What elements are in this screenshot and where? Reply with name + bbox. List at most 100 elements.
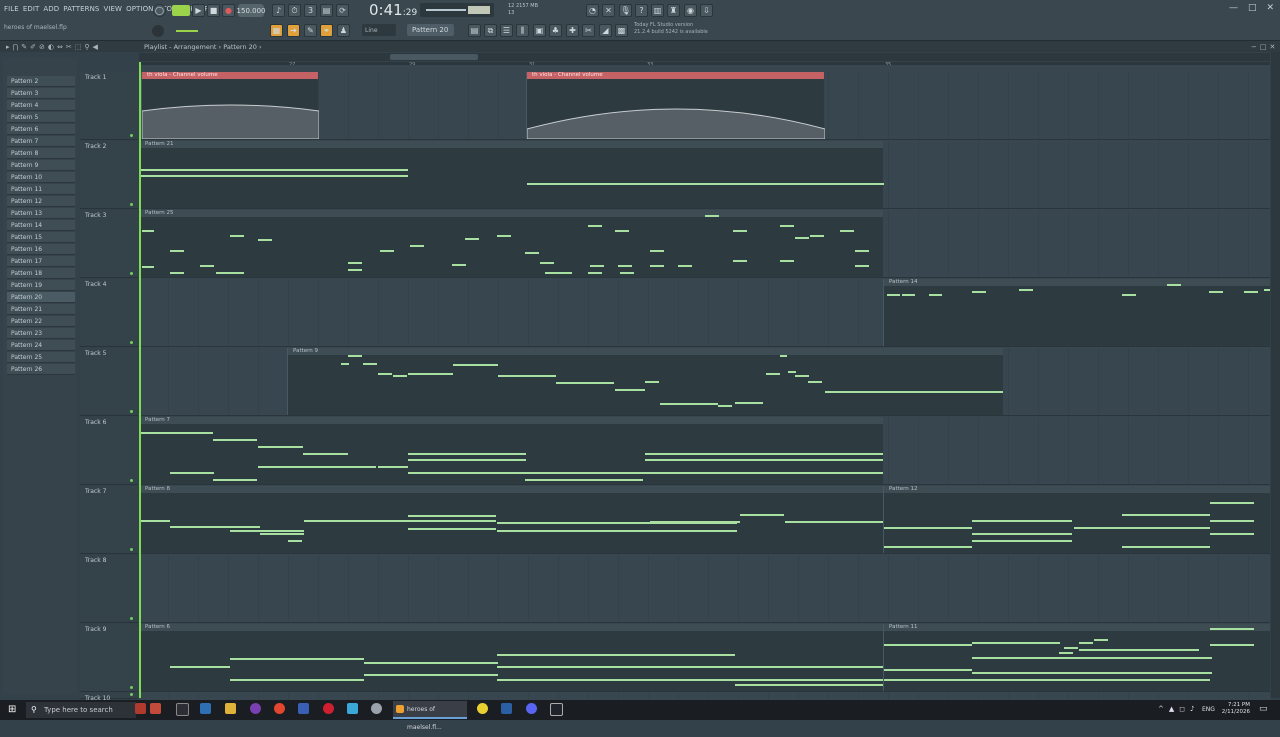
taskbar-search[interactable]: Type here to search <box>26 702 136 718</box>
chrome-icon[interactable] <box>274 703 285 714</box>
track-led[interactable] <box>130 272 133 275</box>
discord-icon[interactable] <box>526 703 537 714</box>
picker-item[interactable]: Pattern 10 <box>7 172 75 183</box>
master-volume-knob[interactable] <box>152 25 164 37</box>
maximize-icon[interactable]: □ <box>1248 3 1257 13</box>
arrow-icon[interactable]: ➜ <box>287 24 300 37</box>
mixer-icon[interactable]: ✕ <box>602 4 615 17</box>
track-header[interactable]: Track 8 <box>80 555 138 623</box>
vertical-scrollbar[interactable] <box>1271 52 1280 698</box>
track-header[interactable]: Track 10 <box>80 693 138 702</box>
mute-icon[interactable]: ◐ <box>48 43 57 51</box>
pattern-clip[interactable]: Pattern 14 <box>883 279 1270 346</box>
horizontal-scrollbar[interactable] <box>139 53 1270 61</box>
app3-icon[interactable] <box>550 703 563 716</box>
plugin-icon[interactable]: ♜ <box>667 4 680 17</box>
chat-icon[interactable]: ◉ <box>684 4 697 17</box>
track-header[interactable]: Track 4 <box>80 279 138 347</box>
menu-file[interactable]: FILE <box>4 5 19 13</box>
taskbar-clock[interactable]: 7:21 PM 2/11/2026 <box>1218 702 1250 716</box>
windows-start-icon[interactable]: ⊞ <box>8 704 16 715</box>
picker-item[interactable]: Pattern 13 <box>7 208 75 219</box>
plugin-picker-icon[interactable]: ♣ <box>549 24 562 37</box>
track-led[interactable] <box>130 203 133 206</box>
track-led[interactable] <box>130 479 133 482</box>
picker-item[interactable]: Pattern 14 <box>7 220 75 231</box>
picker-item[interactable]: Pattern 7 <box>7 136 75 147</box>
menu-edit[interactable]: EDIT <box>23 5 40 13</box>
picker-item[interactable]: Pattern 5 <box>7 112 75 123</box>
track-led[interactable] <box>130 693 133 696</box>
track-led[interactable] <box>130 686 133 689</box>
loop-record-icon[interactable]: ⟳ <box>336 4 349 17</box>
magnet-icon[interactable]: ⋂ <box>13 43 22 51</box>
time-display[interactable]: 0:41:29 <box>369 1 417 19</box>
delete-icon[interactable]: ⊘ <box>39 43 48 51</box>
menu-patterns[interactable]: PATTERNS <box>63 5 99 13</box>
metronome-icon[interactable]: ♪ <box>272 4 285 17</box>
picker-item[interactable]: Pattern 3 <box>7 88 75 99</box>
channel-rack-icon[interactable]: ☰ <box>500 24 513 37</box>
minimize-icon[interactable]: — <box>1229 3 1238 13</box>
picker-item[interactable]: Pattern 2 <box>7 76 75 87</box>
language-indicator[interactable]: ENG <box>1202 706 1215 713</box>
paint-icon[interactable]: ✐ <box>30 43 39 51</box>
select-icon[interactable]: ⬚ <box>75 43 85 51</box>
play-button[interactable]: ▶ <box>192 4 205 17</box>
blend-notes-icon[interactable]: ▤ <box>320 4 333 17</box>
automation-clip[interactable]: th viola - Channel volume <box>526 72 825 139</box>
wrench-icon[interactable]: ✂ <box>582 24 595 37</box>
mixer-window-icon[interactable]: ⫼ <box>516 24 529 37</box>
close-icon[interactable]: ✕ <box>1266 3 1274 13</box>
track-header[interactable]: Track 9 <box>80 624 138 692</box>
app2-icon[interactable] <box>477 703 488 714</box>
track-led[interactable] <box>130 134 133 137</box>
playhead[interactable] <box>139 62 141 698</box>
calculator-icon[interactable] <box>200 703 211 714</box>
track-led[interactable] <box>130 548 133 551</box>
pattern-selector[interactable]: Pattern 20 <box>407 24 454 36</box>
project-info-icon[interactable]: ◢ <box>599 24 612 37</box>
stop-button[interactable]: ■ <box>207 4 220 17</box>
picker-item[interactable]: Pattern 6 <box>7 124 75 135</box>
cpu-icon[interactable]: ◔ <box>586 4 599 17</box>
track-header[interactable]: Track 3 <box>80 210 138 278</box>
song-mode-button[interactable] <box>172 5 190 16</box>
piano-roll-icon[interactable]: ⧉ <box>484 24 497 37</box>
picker-item[interactable]: Pattern 4 <box>7 100 75 111</box>
link-icon[interactable]: ⚭ <box>320 24 333 37</box>
task-view-icon[interactable] <box>176 703 189 716</box>
pattern-clip[interactable]: Pattern 12 <box>883 486 1270 553</box>
playlist-icon[interactable]: ▦ <box>270 24 283 37</box>
picker-item[interactable]: Pattern 16 <box>7 244 75 255</box>
track-header[interactable]: Track 7 <box>80 486 138 554</box>
download-icon[interactable]: ⇩ <box>700 4 713 17</box>
playlist-grid[interactable]: th viola - Channel volume th viola - Chan… <box>139 65 1270 700</box>
piano-icon[interactable]: ▥ <box>651 4 664 17</box>
track-led[interactable] <box>130 410 133 413</box>
picker-item[interactable]: Pattern 8 <box>7 148 75 159</box>
master-pitch-slider[interactable] <box>176 30 198 32</box>
track-header[interactable]: Track 2 <box>80 141 138 209</box>
opera-icon[interactable] <box>323 703 334 714</box>
picker-item[interactable]: Pattern 15 <box>7 232 75 243</box>
maximize-icon[interactable]: □ <box>1260 43 1270 51</box>
browser-icon[interactable]: ▣ <box>533 24 546 37</box>
playlist-window-icon[interactable]: ▤ <box>468 24 481 37</box>
notepad-icon[interactable] <box>347 703 358 714</box>
pencil-icon[interactable]: ✎ <box>304 24 317 37</box>
pattern-clip[interactable]: Pattern 11 <box>883 624 1270 691</box>
track-led[interactable] <box>130 617 133 620</box>
pattern-clip[interactable]: Pattern 21 <box>139 141 884 208</box>
close-icon[interactable]: ✕ <box>1270 43 1279 51</box>
countdown-icon[interactable]: 3 <box>304 4 317 17</box>
touch-keyboard-icon[interactable]: ✚ <box>566 24 579 37</box>
picker-item[interactable]: Pattern 9 <box>7 160 75 171</box>
app-icon[interactable] <box>298 703 309 714</box>
slice-icon[interactable]: ✂ <box>66 43 75 51</box>
menu-view[interactable]: VIEW <box>103 5 122 13</box>
track-led[interactable] <box>130 341 133 344</box>
playback-icon[interactable]: ◀ <box>93 43 101 51</box>
pattern-clip[interactable]: Pattern 8 <box>139 486 885 553</box>
help-icon[interactable]: ? <box>635 4 648 17</box>
